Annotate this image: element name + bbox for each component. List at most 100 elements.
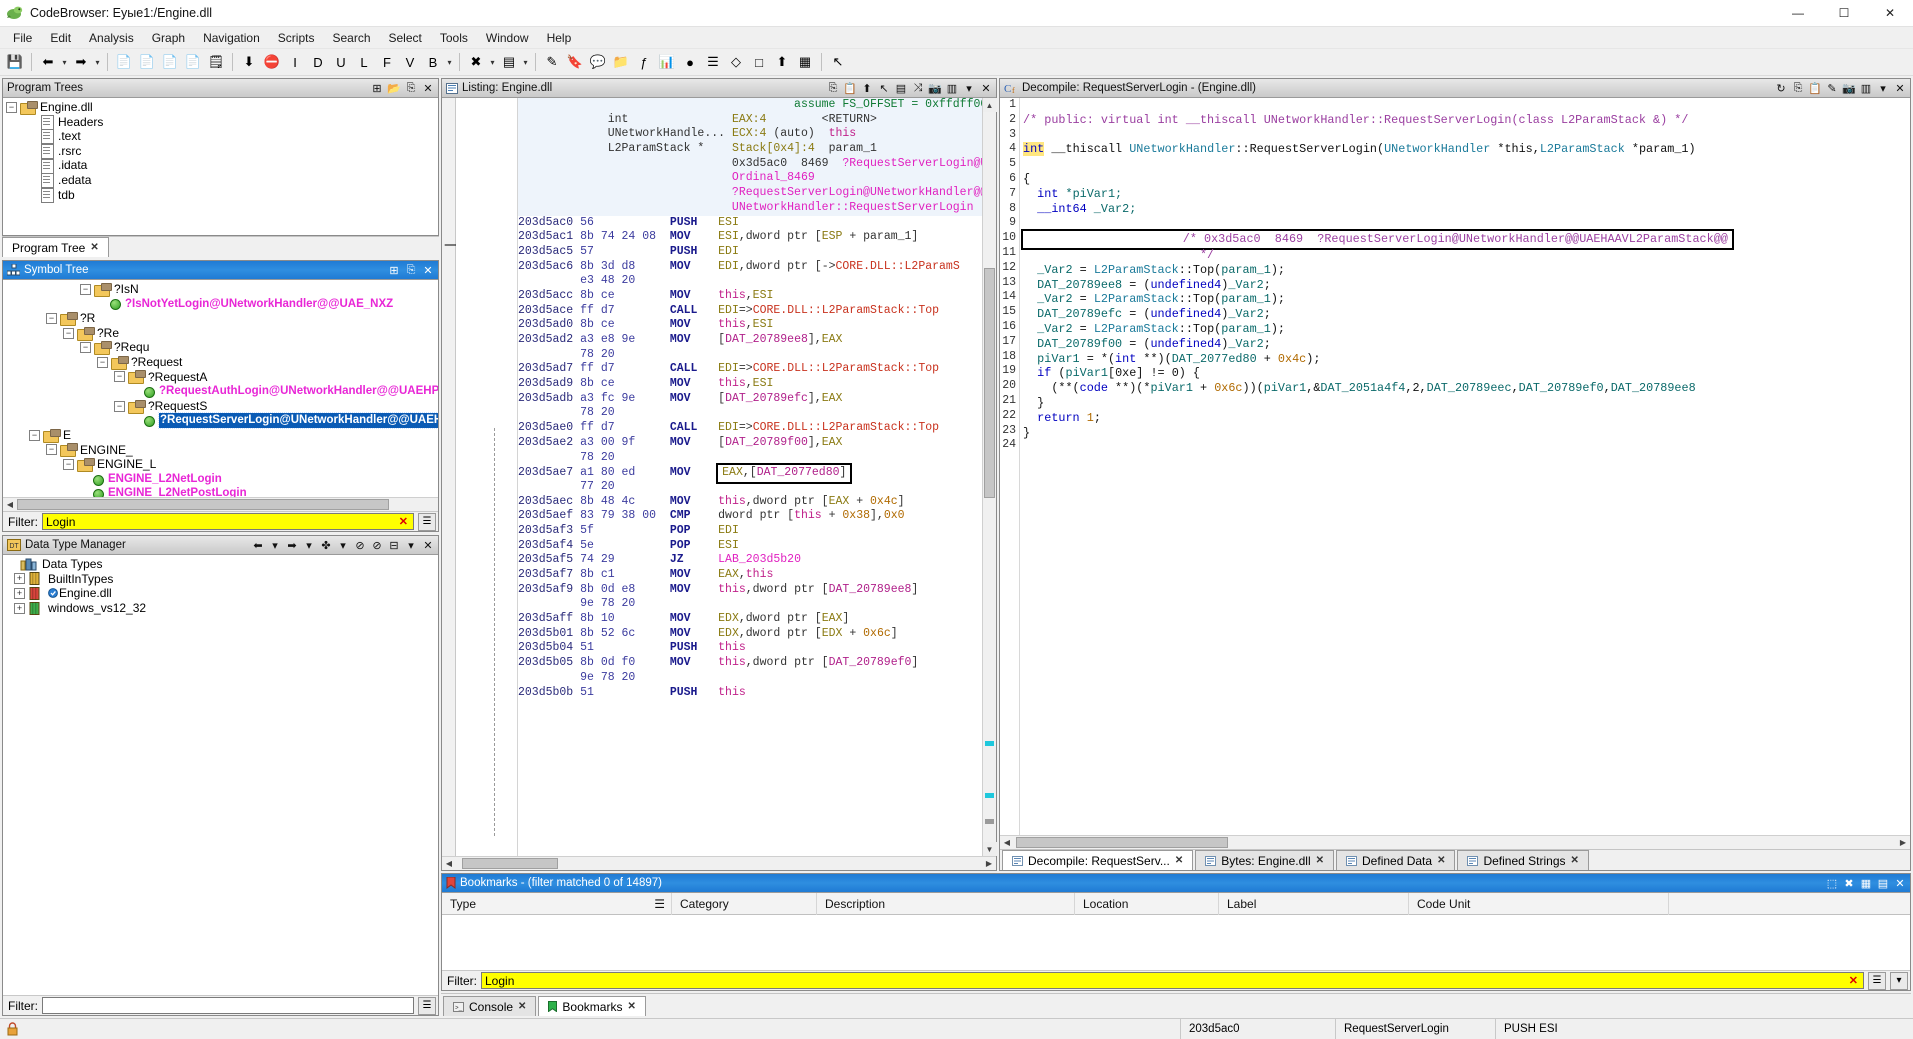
decompiler-line[interactable]: _Var2 = L2ParamStack::Top(param_1); <box>1023 322 1910 337</box>
decompiler-line[interactable]: int *piVar1; <box>1023 187 1910 202</box>
collapse-icon[interactable]: − <box>97 356 108 368</box>
symbol-folder-node[interactable]: − E <box>6 428 438 443</box>
data-u-icon[interactable]: U <box>330 51 352 73</box>
symbol-node[interactable]: ?RequestAuthLogin@UNetworkHandler@@UAEHP… <box>6 384 438 399</box>
filter-tree-icon[interactable]: ✤ <box>318 537 334 553</box>
listing-hscrollbar[interactable]: ◀ ▶ <box>442 856 996 870</box>
copy-icon[interactable]: ⎘ <box>1790 80 1806 96</box>
symbol-tree-body[interactable]: − ?IsN ?IsNotYetLogin@UNetworkHandler@@U… <box>3 280 438 511</box>
hscroll-thumb[interactable] <box>1016 837 1228 848</box>
tab-defined-data[interactable]: Defined Data ✕ <box>1336 850 1456 870</box>
options-icon[interactable]: ▥ <box>1858 80 1874 96</box>
folder-icon[interactable]: 📁 <box>610 51 632 73</box>
menu-search[interactable]: Search <box>323 29 379 47</box>
program-diff-icon[interactable]: 🗒 <box>205 51 227 73</box>
symbol-folder-node[interactable]: − ?RequestS <box>6 399 438 414</box>
options-caret-icon[interactable]: ▾ <box>1875 80 1891 96</box>
dtm-root-node[interactable]: Data Types <box>6 557 438 572</box>
listing-instruction-row[interactable]: 203d5ad9 8b ce MOV this,ESI <box>518 377 982 392</box>
decompiler-line[interactable]: __int64 _Var2; <box>1023 202 1910 217</box>
listing-instruction-row[interactable]: 203d5ad2 a3 e8 9e MOV [DAT_20789ee8],EAX <box>518 333 982 348</box>
data-i-icon[interactable]: I <box>284 51 306 73</box>
collapse-icon[interactable]: − <box>114 371 125 383</box>
data-type-manager-body[interactable]: Data Types + BuiltInTypes + Engine.dll + <box>3 555 438 995</box>
table-icon[interactable]: ▦ <box>1858 875 1874 891</box>
hscroll-thumb[interactable] <box>17 499 389 510</box>
listing-instruction-row[interactable]: 203d5ac0 56 PUSH ESI <box>518 216 982 231</box>
close-panel-icon[interactable]: ✕ <box>1892 875 1908 891</box>
listing-instruction-row[interactable]: 203d5ace ff d7 CALL EDI=>CORE.DLL::L2Par… <box>518 304 982 319</box>
symbol-folder-node[interactable]: − ENGINE_ <box>6 443 438 458</box>
symbol-folder-node[interactable]: − ENGINE_L <box>6 457 438 472</box>
decompiler-line[interactable]: /* 0x3d5ac0 8469 ?RequestServerLogin@UNe… <box>1021 229 1910 250</box>
menu-graph[interactable]: Graph <box>143 29 194 47</box>
clear-filter-icon[interactable]: ⊘ <box>369 537 385 553</box>
close-panel-icon[interactable]: ✕ <box>420 537 436 553</box>
lock-icon[interactable] <box>6 1022 19 1036</box>
program-trees-body[interactable]: − Engine.dll Headers .text .rsrc .idata … <box>3 98 438 235</box>
expand-icon[interactable]: + <box>14 587 25 599</box>
menu-navigation[interactable]: Navigation <box>194 29 269 47</box>
scroll-right-icon[interactable]: ▶ <box>982 857 996 871</box>
menu-help[interactable]: Help <box>538 29 581 47</box>
export-icon[interactable]: ⬆ <box>771 51 793 73</box>
hscroll-thumb[interactable] <box>462 858 558 869</box>
menu-scripts[interactable]: Scripts <box>269 29 324 47</box>
tree-node-idata[interactable]: .idata <box>6 158 438 174</box>
decompiler-line[interactable]: return 1; <box>1023 411 1910 426</box>
decompiler-line[interactable] <box>1023 216 1910 231</box>
listing-instruction-row[interactable]: 78 20 <box>518 348 982 363</box>
decompiler-line[interactable]: _Var2 = L2ParamStack::Top(param_1); <box>1023 292 1910 307</box>
tree-node-root[interactable]: − Engine.dll <box>6 100 438 115</box>
close-icon[interactable]: ✕ <box>1571 855 1579 866</box>
listing-instruction-row[interactable]: 203d5aef 83 79 38 00 CMP dword ptr [this… <box>518 509 982 524</box>
no-entry-icon[interactable]: ⛔ <box>261 51 283 73</box>
column-header-code-unit[interactable]: Code Unit <box>1409 892 1669 915</box>
collapse-icon[interactable]: − <box>29 429 40 441</box>
menu-file[interactable]: File <box>4 29 41 47</box>
collapse-icon[interactable]: − <box>46 312 57 324</box>
tab-bytes--engine-dll[interactable]: Bytes: Engine.dll ✕ <box>1195 850 1335 870</box>
bookmarks-filter-input[interactable]: Login ✕ <box>481 972 1864 989</box>
program-tree-list[interactable]: − Engine.dll Headers .text .rsrc .idata … <box>3 98 438 203</box>
listing-instruction-row[interactable]: 203d5b0b 51 PUSH this <box>518 686 982 701</box>
decompiler-line[interactable]: } <box>1023 426 1910 441</box>
cursor-toggle-icon[interactable]: ↖ <box>876 80 892 96</box>
symbol-node[interactable]: ENGINE_L2NetLogin <box>6 472 438 487</box>
scroll-up-icon[interactable]: ▲ <box>982 98 997 112</box>
back-arrow-icon[interactable]: ⬅ <box>37 51 59 73</box>
listing-body[interactable]: ⟶ assume FS_OFFSET = 0xffdff000 int EAX:… <box>442 98 997 856</box>
listing-instruction-row[interactable]: 203d5ae2 a3 00 9f MOV [DAT_20789f00],EAX <box>518 436 982 451</box>
bytes-view-icon[interactable]: ▤ <box>498 51 520 73</box>
listing-instruction-row[interactable]: 203d5af9 8b 0d e8 MOV this,dword ptr [DA… <box>518 583 982 598</box>
decompiler-line[interactable] <box>1023 440 1910 455</box>
bookmarks-filter-menu-icon[interactable]: ▾ <box>1890 971 1908 990</box>
tab-defined-strings[interactable]: Defined Strings ✕ <box>1457 850 1589 870</box>
scroll-left-icon[interactable]: ◀ <box>3 498 17 512</box>
close-icon[interactable]: ✕ <box>1316 855 1324 866</box>
comment-icon[interactable]: 💬 <box>587 51 609 73</box>
columns-icon[interactable]: ▤ <box>1875 875 1891 891</box>
snapshot-camera-icon[interactable]: 📷 <box>927 80 943 96</box>
decompiler-line[interactable]: int __thiscall UNetworkHandler::RequestS… <box>1023 142 1910 157</box>
edit-fields-icon[interactable]: ▤ <box>893 80 909 96</box>
page-icon-2[interactable]: 📄 <box>136 51 158 73</box>
data-l-icon[interactable]: L <box>353 51 375 73</box>
close-icon[interactable]: ✕ <box>90 242 98 253</box>
listing-instruction-row[interactable]: 78 20 <box>518 406 982 421</box>
down-arrow-icon[interactable]: ⬇ <box>238 51 260 73</box>
forward-caret-icon[interactable]: ▾ <box>301 537 317 553</box>
tree-node-Headers[interactable]: Headers <box>6 115 438 130</box>
listing-instruction-row[interactable]: 203d5b01 8b 52 6c MOV EDX,dword ptr [EDX… <box>518 627 982 642</box>
listing-instruction-row[interactable]: 203d5ae0 ff d7 CALL EDI=>CORE.DLL::L2Par… <box>518 421 982 436</box>
decompiler-line[interactable] <box>1023 98 1910 113</box>
collapse-icon[interactable]: − <box>6 101 17 113</box>
page-icon-4[interactable]: 📄 <box>182 51 204 73</box>
scroll-down-icon[interactable]: ▼ <box>982 842 997 856</box>
collapse-icon[interactable]: − <box>63 458 74 470</box>
delete-red-x-icon[interactable]: ✖ <box>1841 875 1857 891</box>
data-b-caret[interactable]: ▾ <box>445 51 454 73</box>
minimize-button[interactable]: — <box>1775 0 1821 27</box>
snapshot-icon[interactable]: ⎘ <box>403 80 419 96</box>
decompiler-line[interactable]: { <box>1023 172 1910 187</box>
